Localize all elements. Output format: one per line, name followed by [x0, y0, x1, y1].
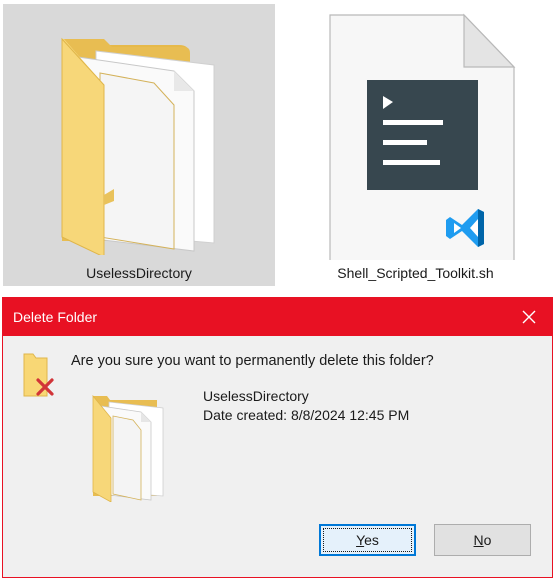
close-icon — [522, 310, 536, 324]
folder-with-documents-icon — [87, 392, 177, 503]
file-tile-shell-script[interactable]: Shell_Scripted_Toolkit.sh — [278, 4, 553, 286]
no-rest: o — [483, 532, 492, 548]
yes-rest: es — [364, 532, 379, 548]
yes-button[interactable]: Yes — [319, 524, 416, 556]
dialog-body: Are you sure you want to permanently del… — [3, 336, 552, 577]
script-label: Shell_Scripted_Toolkit.sh — [337, 265, 494, 281]
no-button-label: No — [474, 532, 492, 548]
dialog-titlebar[interactable]: Delete Folder — [3, 298, 552, 336]
folder-label: UselessDirectory — [86, 265, 192, 281]
delete-folder-dialog: Delete Folder Are you sure you want to p… — [2, 297, 553, 578]
close-button[interactable] — [506, 298, 552, 336]
vscode-shell-script-file-icon — [279, 5, 552, 262]
dialog-title: Delete Folder — [13, 309, 98, 325]
no-button[interactable]: No — [434, 524, 531, 556]
yes-button-label: Yes — [356, 532, 379, 548]
screen: UselessDirectory Shell_Scripted_Toolkit.… — [0, 0, 556, 582]
confirmation-question: Are you sure you want to permanently del… — [71, 353, 434, 369]
item-date-created: Date created: 8/8/2024 12:45 PM — [203, 407, 410, 423]
item-name: UselessDirectory — [203, 388, 309, 404]
no-mnemonic: N — [473, 532, 484, 548]
folder-delete-icon — [21, 350, 61, 400]
folder-with-documents-icon — [4, 5, 274, 258]
yes-mnemonic: Y — [356, 532, 365, 548]
folder-tile-uselessdirectory[interactable]: UselessDirectory — [3, 4, 275, 286]
